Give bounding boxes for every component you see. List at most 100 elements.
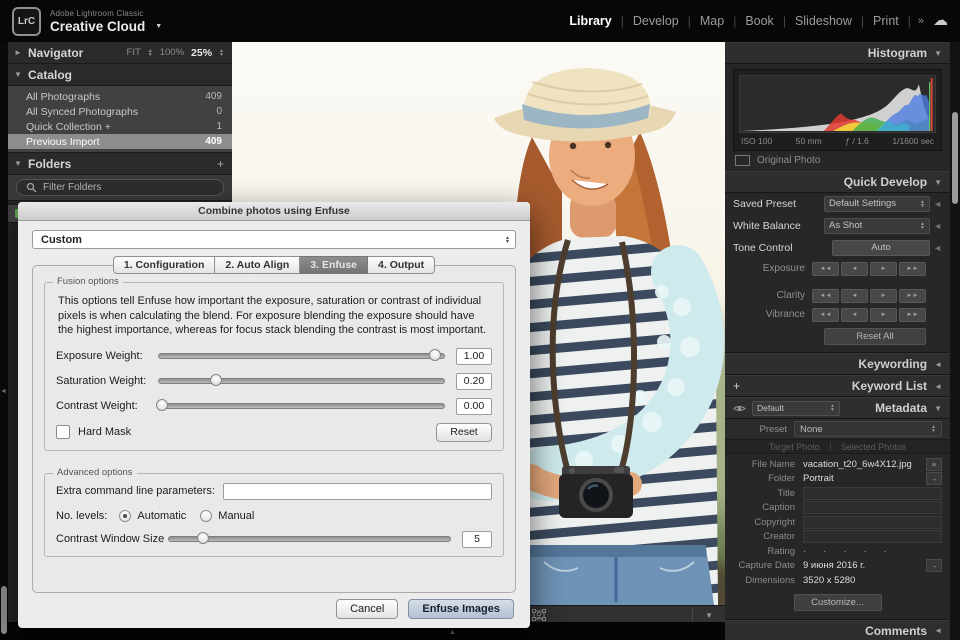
manual-label: Manual [218, 509, 255, 522]
vibrance-minus-button[interactable]: ◄ [841, 307, 868, 322]
module-map[interactable]: Map [691, 12, 733, 30]
slider-thumb[interactable] [429, 349, 442, 362]
dialog-title[interactable]: Combine photos using Enfuse [18, 202, 530, 221]
keywording-header[interactable]: Keywording ◄ [725, 353, 950, 375]
zoom-fit[interactable]: FIT [127, 47, 141, 58]
cloud-sync-icon[interactable]: ☁ [931, 11, 952, 31]
chevron-left-icon[interactable]: ◄ [930, 199, 942, 209]
exposure-weight-slider[interactable] [158, 349, 445, 362]
tab-auto-align[interactable]: 2. Auto Align [215, 256, 301, 274]
exposure-big-minus-button[interactable]: ◄◄ [812, 261, 839, 276]
auto-tone-button[interactable]: Auto [832, 239, 930, 256]
tab-configuration[interactable]: 1. Configuration [112, 256, 216, 274]
histogram-graph[interactable] [739, 75, 936, 133]
cancel-button[interactable]: Cancel [336, 599, 399, 619]
catalog-header[interactable]: ▼ Catalog [8, 64, 232, 86]
vibrance-plus-button[interactable]: ► [870, 307, 897, 322]
module-slideshow[interactable]: Slideshow [786, 12, 861, 30]
tab-target-photo[interactable]: Target Photo [769, 442, 820, 452]
contrast-weight-value[interactable]: 0.00 [456, 397, 492, 415]
zoom-100[interactable]: 100% [160, 47, 184, 58]
saturation-weight-slider[interactable] [158, 374, 445, 387]
contrast-window-slider[interactable] [168, 532, 451, 545]
right-scrollbar-thumb[interactable] [952, 112, 958, 204]
customize-button[interactable]: Customize... [793, 593, 882, 611]
histogram-header[interactable]: Histogram ▼ [725, 42, 950, 64]
vibrance-big-plus-button[interactable]: ►► [899, 307, 926, 322]
quick-develop-header[interactable]: Quick Develop ▼ [725, 171, 950, 193]
right-scrollbar[interactable] [950, 42, 960, 640]
caption-input[interactable] [803, 501, 942, 515]
chevron-down-icon: ▼ [14, 159, 22, 168]
add-folder-icon[interactable]: + [217, 157, 224, 171]
module-print[interactable]: Print [864, 12, 908, 30]
white-balance-select[interactable]: As Shot ▲ ▼ [824, 217, 930, 234]
eye-icon[interactable] [733, 404, 746, 413]
rating-dots[interactable]: · · · · · [803, 546, 942, 557]
navigator-header[interactable]: ► Navigator FIT ▲ ▼ 100% 25% ▲ ▼ [8, 42, 232, 64]
left-scrollbar-thumb[interactable] [1, 586, 7, 634]
exposure-weight-value[interactable]: 1.00 [456, 347, 492, 365]
chevron-left-icon[interactable]: ◄ [930, 221, 942, 231]
catalog-item-all-photographs[interactable]: All Photographs 409 [8, 89, 232, 104]
stepper-icon[interactable]: ▲ ▼ [148, 48, 153, 57]
reset-button[interactable]: Reset [436, 422, 492, 442]
contrast-window-value[interactable]: 5 [462, 530, 492, 548]
preset-dropdown[interactable]: Custom ▲ ▼ [32, 230, 516, 249]
exposure-plus-button[interactable]: ► [870, 261, 897, 276]
catalog-item-all-synced[interactable]: All Synced Photographs 0 [8, 104, 232, 119]
chevron-left-icon: ◄ [934, 626, 942, 635]
module-overflow-icon[interactable]: » [911, 15, 931, 27]
go-to-date-icon[interactable]: → [926, 559, 942, 573]
metadata-header[interactable]: Default ▲ ▼ Metadata ▼ [725, 397, 950, 419]
clarity-big-minus-button[interactable]: ◄◄ [812, 288, 839, 303]
hard-mask-checkbox[interactable] [56, 425, 70, 440]
catalog-item-previous-import[interactable]: Previous Import 409 [8, 134, 232, 149]
toolbar-options-icon[interactable]: ▼ [705, 611, 713, 620]
keyword-list-header[interactable]: + Keyword List ◄ [725, 375, 950, 397]
module-library[interactable]: Library [560, 12, 620, 30]
slider-thumb[interactable] [210, 374, 222, 387]
painter-tool-icon[interactable] [532, 608, 546, 621]
reset-all-button[interactable]: Reset All [824, 328, 926, 345]
clarity-minus-button[interactable]: ◄ [841, 288, 868, 303]
filmstrip-reveal-icon[interactable]: ▲ [449, 629, 456, 636]
catalog-item-quick-collection[interactable]: Quick Collection + 1 [8, 119, 232, 134]
clarity-big-plus-button[interactable]: ►► [899, 288, 926, 303]
file-menu-icon[interactable]: ≡ [926, 457, 942, 471]
filter-folders-input[interactable]: Filter Folders [16, 179, 224, 196]
go-to-folder-icon[interactable]: → [926, 472, 942, 486]
slider-thumb[interactable] [155, 399, 168, 412]
exposure-big-plus-button[interactable]: ►► [899, 261, 926, 276]
zoom-current[interactable]: 25% [191, 47, 212, 59]
exposure-minus-button[interactable]: ◄ [841, 261, 868, 276]
automatic-radio[interactable] [119, 509, 132, 522]
clarity-plus-button[interactable]: ► [870, 288, 897, 303]
collapse-left-panel-icon[interactable]: ◄ [0, 388, 7, 395]
tab-output[interactable]: 4. Output [368, 256, 436, 274]
saturation-weight-value[interactable]: 0.20 [456, 372, 492, 390]
folders-header[interactable]: ▼ Folders + [8, 153, 232, 175]
module-develop[interactable]: Develop [624, 12, 688, 30]
tab-selected-photos[interactable]: Selected Photos [841, 442, 907, 452]
contrast-weight-slider[interactable] [155, 399, 445, 412]
creator-input[interactable] [803, 530, 942, 544]
app-name-main[interactable]: Creative Cloud ▼ [50, 19, 162, 34]
stepper-icon[interactable]: ▲ ▼ [219, 48, 224, 57]
copyright-input[interactable] [803, 515, 942, 529]
slider-thumb[interactable] [196, 532, 209, 545]
chevron-down-icon: ▼ [934, 403, 942, 413]
manual-radio[interactable] [200, 509, 213, 522]
enfuse-images-button[interactable]: Enfuse Images [408, 599, 514, 619]
comments-header[interactable]: Comments ◄ [725, 619, 950, 640]
title-input[interactable] [803, 486, 942, 500]
extra-params-input[interactable] [222, 482, 492, 500]
chevron-left-icon[interactable]: ◄ [930, 243, 942, 253]
tab-enfuse[interactable]: 3. Enfuse [300, 256, 369, 274]
module-book[interactable]: Book [736, 12, 783, 30]
add-keyword-icon[interactable]: + [733, 379, 740, 393]
metadata-preset-select[interactable]: None ▲ ▼ [794, 421, 942, 437]
vibrance-big-minus-button[interactable]: ◄◄ [812, 307, 839, 322]
saved-preset-select[interactable]: Default Settings ▲ ▼ [824, 195, 930, 212]
metadata-view-select[interactable]: Default ▲ ▼ [752, 400, 840, 416]
